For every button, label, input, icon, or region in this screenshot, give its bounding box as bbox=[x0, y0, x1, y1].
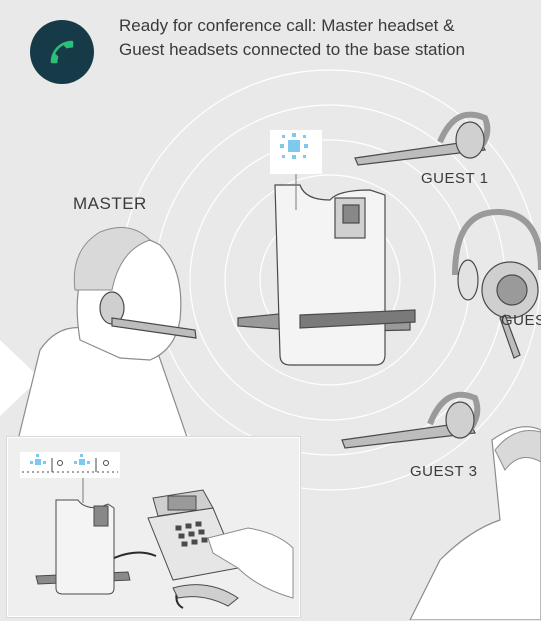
label-master: MASTER bbox=[73, 194, 147, 213]
title-line-2: Guest headsets connected to the base sta… bbox=[119, 40, 465, 59]
base-station bbox=[237, 184, 416, 366]
guest2-headset bbox=[452, 208, 541, 359]
label-guest-1: GUEST 1 bbox=[421, 170, 489, 187]
desk-phone-inset bbox=[7, 437, 300, 617]
title-line-1: Ready for conference call: Master headse… bbox=[119, 16, 455, 35]
guest3-headset bbox=[341, 391, 481, 449]
inset-drawing bbox=[20, 452, 294, 609]
phone-handset-icon bbox=[50, 40, 74, 64]
call-status-badge bbox=[30, 20, 94, 84]
guest1-headset bbox=[354, 111, 491, 166]
page-title: Ready for conference call: Master headse… bbox=[119, 14, 465, 62]
label-guest-2: GUES bbox=[501, 312, 541, 329]
label-guest-3: GUEST 3 bbox=[410, 463, 478, 480]
